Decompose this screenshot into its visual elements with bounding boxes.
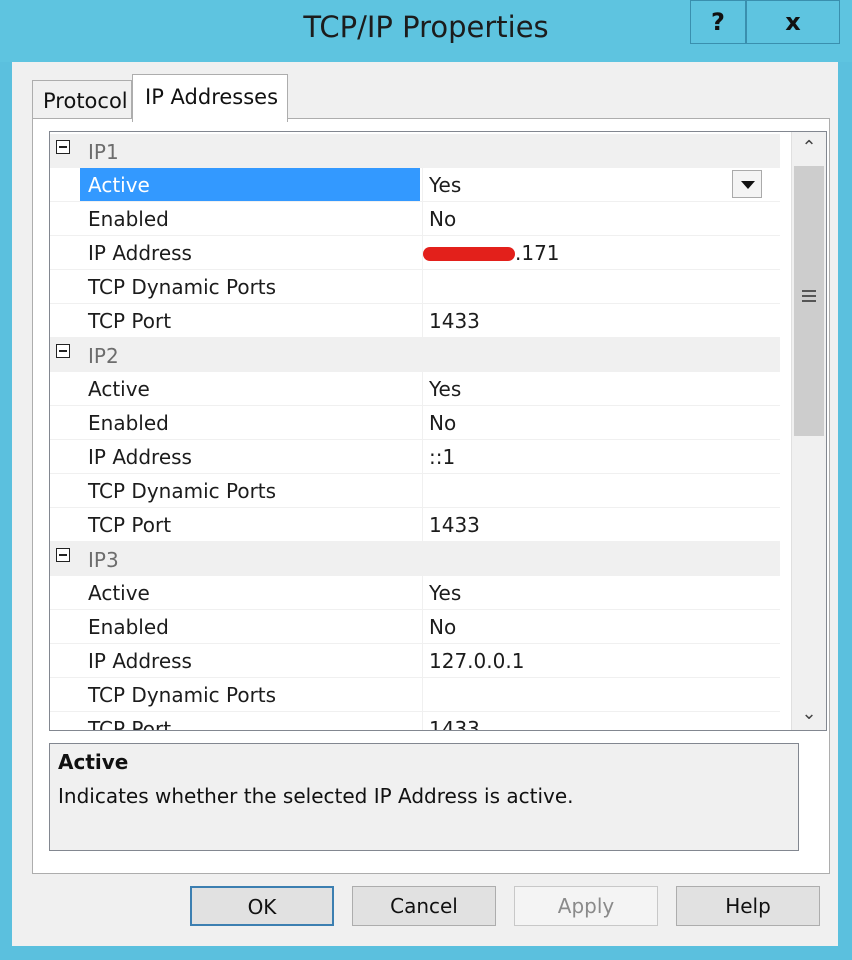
- property-name[interactable]: TCP Dynamic Ports: [80, 270, 420, 303]
- property-row[interactable]: IP Address 127.0.0.1: [50, 644, 780, 678]
- help-title-button[interactable]: ?: [690, 0, 746, 44]
- chevron-down-icon[interactable]: ⌄: [792, 698, 826, 730]
- property-row[interactable]: TCP Dynamic Ports: [50, 474, 780, 508]
- property-value[interactable]: Yes: [422, 168, 760, 201]
- scrollbar-thumb[interactable]: [794, 166, 824, 436]
- cancel-button[interactable]: Cancel: [352, 886, 496, 926]
- category-name: IP2: [88, 344, 119, 368]
- tab-protocol[interactable]: Protocol: [32, 80, 132, 120]
- property-row[interactable]: TCP Dynamic Ports: [50, 678, 780, 712]
- category-row-ip3[interactable]: IP3: [50, 542, 780, 576]
- vertical-scrollbar[interactable]: ⌃ ⌄: [791, 132, 826, 730]
- grip-icon: [802, 290, 816, 302]
- property-name[interactable]: Enabled: [80, 202, 420, 235]
- category-name: IP3: [88, 548, 119, 572]
- property-value[interactable]: [422, 270, 760, 303]
- apply-button[interactable]: Apply: [514, 886, 658, 926]
- category-name: IP1: [88, 140, 119, 164]
- property-name[interactable]: TCP Port: [80, 712, 420, 730]
- description-title: Active: [58, 750, 129, 774]
- description-text: Indicates whether the selected IP Addres…: [58, 784, 574, 808]
- redaction-mark: [423, 247, 515, 261]
- property-value[interactable]: Yes: [422, 576, 760, 609]
- property-row[interactable]: Active Yes: [50, 576, 780, 610]
- ok-button[interactable]: OK: [190, 886, 334, 926]
- description-pane: Active Indicates whether the selected IP…: [49, 743, 799, 851]
- property-name[interactable]: Active: [80, 168, 420, 201]
- property-grid: IP1 Active Yes Enabled No IP Address .171 TCP D…: [49, 131, 827, 731]
- property-name[interactable]: TCP Dynamic Ports: [80, 474, 420, 507]
- category-row-ip2[interactable]: IP2: [50, 338, 780, 372]
- property-value[interactable]: No: [422, 202, 760, 235]
- collapse-icon[interactable]: [56, 140, 70, 154]
- property-value[interactable]: 127.0.0.1: [422, 644, 760, 677]
- chevron-up-icon[interactable]: ⌃: [792, 132, 826, 164]
- property-value[interactable]: 1433: [422, 508, 760, 541]
- property-name[interactable]: TCP Dynamic Ports: [80, 678, 420, 711]
- category-row-ip1[interactable]: IP1: [50, 134, 780, 168]
- triangle-down-icon[interactable]: [732, 170, 762, 198]
- property-row[interactable]: Active Yes: [50, 372, 780, 406]
- collapse-icon[interactable]: [56, 344, 70, 358]
- property-row[interactable]: TCP Port 1433: [50, 712, 780, 730]
- property-name[interactable]: Enabled: [80, 406, 420, 439]
- property-row[interactable]: Enabled No: [50, 406, 780, 440]
- property-name[interactable]: Active: [80, 372, 420, 405]
- property-name[interactable]: IP Address: [80, 236, 420, 269]
- property-value[interactable]: Yes: [422, 372, 760, 405]
- property-row[interactable]: IP Address .171: [50, 236, 780, 270]
- property-value[interactable]: [422, 678, 760, 711]
- property-value[interactable]: No: [422, 610, 760, 643]
- dialog-client-area: Protocol IP Addresses IP1 Active Yes Enable…: [12, 62, 838, 946]
- property-name[interactable]: TCP Port: [80, 508, 420, 541]
- help-button[interactable]: Help: [676, 886, 820, 926]
- close-button[interactable]: x: [746, 0, 840, 44]
- title-bar[interactable]: TCP/IP Properties ? x: [0, 0, 852, 62]
- property-row[interactable]: TCP Dynamic Ports: [50, 270, 780, 304]
- property-row[interactable]: Active Yes: [50, 168, 780, 202]
- property-name[interactable]: IP Address: [80, 644, 420, 677]
- tab-ip-addresses[interactable]: IP Addresses: [132, 74, 288, 122]
- property-value[interactable]: .171: [422, 236, 760, 269]
- property-name[interactable]: IP Address: [80, 440, 420, 473]
- dialog-window: TCP/IP Properties ? x Protocol IP Addres…: [0, 0, 852, 960]
- property-name[interactable]: Active: [80, 576, 420, 609]
- property-row[interactable]: TCP Port 1433: [50, 304, 780, 338]
- property-row[interactable]: Enabled No: [50, 610, 780, 644]
- property-row[interactable]: Enabled No: [50, 202, 780, 236]
- property-value[interactable]: No: [422, 406, 760, 439]
- property-value[interactable]: 1433: [422, 712, 760, 730]
- property-name[interactable]: TCP Port: [80, 304, 420, 337]
- property-value-text: .171: [515, 241, 560, 265]
- tab-panel-ip-addresses: IP1 Active Yes Enabled No IP Address .171 TCP D…: [32, 118, 830, 874]
- property-row[interactable]: IP Address::1: [50, 440, 780, 474]
- property-value[interactable]: 1433: [422, 304, 760, 337]
- property-name[interactable]: Enabled: [80, 610, 420, 643]
- property-grid-rows: IP1 Active Yes Enabled No IP Address .171 TCP D…: [50, 134, 780, 730]
- property-row[interactable]: TCP Port 1433: [50, 508, 780, 542]
- property-value[interactable]: ::1: [422, 440, 760, 473]
- collapse-icon[interactable]: [56, 548, 70, 562]
- property-value[interactable]: [422, 474, 760, 507]
